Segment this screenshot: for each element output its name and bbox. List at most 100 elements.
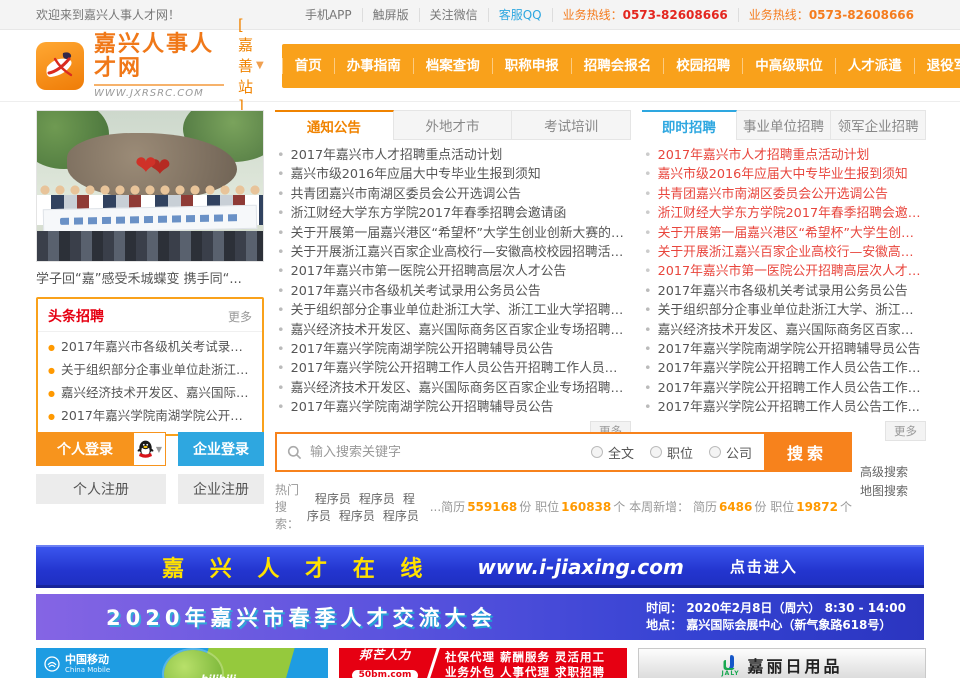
recruit-item[interactable]: 关于开展第一届嘉兴港区“希望杯”大学生创业创... xyxy=(644,224,924,243)
advanced-search-link[interactable]: 高级搜索 xyxy=(860,466,924,479)
site-logo-icon[interactable] xyxy=(36,42,84,90)
nav-item[interactable]: 人才派遣 xyxy=(835,58,914,74)
headline-item[interactable]: 2017年嘉兴市各级机关考试录用公务... xyxy=(48,336,252,359)
chevron-down-icon: ▼ xyxy=(156,445,162,454)
photo-heart-decor: ❤ xyxy=(135,151,157,181)
recruit-item[interactable]: 浙江财经大学东方学院2017年春季招聘会邀请函 xyxy=(644,204,924,223)
notice-item[interactable]: 2017年嘉兴学院南湖学院公开招聘辅导员公告 xyxy=(277,340,629,359)
notice-item[interactable]: 2017年嘉兴市各级机关考试录用公务员公告 xyxy=(277,282,629,301)
main-content: ❤ 学子回“嘉”感受禾城蝶变 携手同“... 头条招聘 更多 2017年嘉兴市各… xyxy=(0,102,960,422)
recruit-item[interactable]: 2017年嘉兴学院公开招聘工作人员公告工作人员... xyxy=(644,359,924,378)
personal-login-button[interactable]: 个人登录 xyxy=(36,432,134,466)
company-register-button[interactable]: 企业注册 xyxy=(178,474,264,504)
personal-register-button[interactable]: 个人注册 xyxy=(36,474,166,504)
topbar-link-touch-version[interactable]: 触屏版 xyxy=(362,8,419,22)
notice-item[interactable]: 嘉兴经济技术开发区、嘉兴国际商务区百家企业专场招聘会公告 xyxy=(277,321,629,340)
nav-item[interactable]: 中高级职位 xyxy=(742,58,835,74)
jaly-logo-icon xyxy=(721,654,739,670)
recruit-item[interactable]: 2017年嘉兴市人才招聘重点活动计划 xyxy=(644,146,924,165)
welcome-text: 欢迎来到嘉兴人事人才网！ xyxy=(36,6,180,23)
headline-recruit-box: 头条招聘 更多 2017年嘉兴市各级机关考试录用公务...关于组织部分企事业单位… xyxy=(36,297,264,436)
recruit-item[interactable]: 关于开展浙江嘉兴百家企业高校行—安徽高校校园... xyxy=(644,243,924,262)
recruit-tab[interactable]: 即时招聘 xyxy=(642,110,737,140)
notice-item[interactable]: 共青团嘉兴市南湖区委员会公开选调公告 xyxy=(277,185,629,204)
search-input[interactable] xyxy=(310,445,591,460)
headline-item[interactable]: 2017年嘉兴学院南湖学院公开招聘辅... xyxy=(48,405,252,428)
left-column: ❤ 学子回“嘉”感受禾城蝶变 携手同“... 头条招聘 更多 2017年嘉兴市各… xyxy=(36,110,264,422)
notice-tab[interactable]: 考试培训 xyxy=(512,110,631,140)
notice-item[interactable]: 关于开展第一届嘉兴港区“希望杯”大学生创业创新大赛的通知 xyxy=(277,224,629,243)
notice-item[interactable]: 2017年嘉兴市人才招聘重点活动计划 xyxy=(277,146,629,165)
qq-login-button[interactable]: ▼ xyxy=(134,432,166,466)
ad-row: 中国移动 China Mobile 移动花卡 bilibili 季度会员 邦芒人… xyxy=(0,640,960,678)
nav-item[interactable]: 退役军人招聘 xyxy=(914,58,960,74)
notice-tab[interactable]: 通知公告 xyxy=(275,110,394,140)
login-search-row: 个人登录 ▼ 企业登录 个人注册 企业注册 xyxy=(0,422,960,532)
topbar-link-wechat[interactable]: 关注微信 xyxy=(419,8,488,22)
search-scope-radio[interactable]: 职位 xyxy=(650,443,693,462)
recruit-item[interactable]: 2017年嘉兴市各级机关考试录用公务员公告 xyxy=(644,282,924,301)
company-login-button[interactable]: 企业登录 xyxy=(178,432,264,466)
topbar-link-mobile-app[interactable]: 手机APP xyxy=(295,8,362,22)
recruit-item[interactable]: 2017年嘉兴市第一医院公开招聘高层次人才公告 xyxy=(644,262,924,281)
site-name: 嘉兴人事人才网 xyxy=(94,33,224,81)
china-mobile-ad[interactable]: 中国移动 China Mobile 移动花卡 bilibili 季度会员 xyxy=(36,648,328,678)
recruit-item[interactable]: 2017年嘉兴学院公开招聘工作人员公告工作... xyxy=(644,398,924,417)
notice-item[interactable]: 嘉兴经济技术开发区、嘉兴国际商务区百家企业专场招聘会公告 xyxy=(277,379,629,398)
resume-count: 559168 xyxy=(467,500,517,514)
notice-item[interactable]: 浙江财经大学东方学院2017年春季招聘会邀请函 xyxy=(277,204,629,223)
hot-search-term[interactable]: 程序员 xyxy=(339,509,375,523)
bangmang-hr-ad[interactable]: 邦芒人力 50bm.com 社保代理 薪酬服务 灵活用工 业务外包 人事代理 求… xyxy=(339,648,627,678)
nav-item[interactable]: 招聘会报名 xyxy=(571,58,664,74)
nav-item[interactable]: 首页 xyxy=(282,58,334,74)
recruit-item[interactable]: 2017年嘉兴学院南湖学院公开招聘辅导员公告 xyxy=(644,340,924,359)
bangmang-url: 50bm.com xyxy=(352,670,419,678)
recruit-item[interactable]: 2017年嘉兴学院公开招聘工作人员公告工作人员... xyxy=(644,379,924,398)
news-photo[interactable]: ❤ xyxy=(36,110,264,262)
photo-people-legs xyxy=(37,231,263,262)
bangmang-services-line2: 业务外包 人事代理 求职招聘 xyxy=(445,665,605,678)
notice-item[interactable]: 2017年嘉兴市第一医院公开招聘高层次人才公告 xyxy=(277,262,629,281)
nav-item[interactable]: 档案查询 xyxy=(413,58,492,74)
search-scope-radio[interactable]: 全文 xyxy=(591,443,634,462)
recruit-tab[interactable]: 领军企业招聘 xyxy=(831,110,926,140)
headline-item[interactable]: 关于组织部分企事业单位赴浙江大学... xyxy=(48,359,252,382)
notice-item[interactable]: 嘉兴市级2016年应届大中专毕业生报到须知 xyxy=(277,165,629,184)
topbar-link-qq-service[interactable]: 客服QQ xyxy=(488,8,552,22)
banner1-title: 嘉 兴 人 才 在 线 xyxy=(162,551,431,583)
headline-item[interactable]: 嘉兴经济技术开发区、嘉兴国际商务... xyxy=(48,382,252,405)
notice-item[interactable]: 2017年嘉兴学院南湖学院公开招聘辅导员公告 xyxy=(277,398,629,417)
nav-item[interactable]: 职称申报 xyxy=(492,58,571,74)
jaly-daily-products-ad[interactable]: JALY 嘉丽日用品 xyxy=(638,648,926,678)
hot-search-term[interactable]: 程序员 xyxy=(383,509,419,523)
nav-item[interactable]: 办事指南 xyxy=(334,58,413,74)
recruit-item[interactable]: 嘉兴市级2016年应届大中专毕业生报到须知 xyxy=(644,165,924,184)
nav-item[interactable]: 校园招聘 xyxy=(663,58,742,74)
banner1-cta: 点击进入 xyxy=(730,556,798,577)
hot-search-term[interactable]: 程序员 xyxy=(315,492,351,506)
china-mobile-logo: 中国移动 China Mobile xyxy=(44,654,110,674)
headline-more-link[interactable]: 更多 xyxy=(228,308,252,325)
banner2-info: 时间： 2020年2月8日（周六） 8:30 - 14:00 地点： 嘉兴国际会… xyxy=(646,600,906,634)
recruit-tab[interactable]: 事业单位招聘 xyxy=(737,110,832,140)
recruit-item[interactable]: 共青团嘉兴市南湖区委员会公开选调公告 xyxy=(644,185,924,204)
notice-item[interactable]: 关于组织部分企事业单位赴浙江大学、浙江工业大学招聘人才的... xyxy=(277,301,629,320)
photo-caption[interactable]: 学子回“嘉”感受禾城蝶变 携手同“... xyxy=(36,268,264,287)
map-search-link[interactable]: 地图搜索 xyxy=(860,485,924,498)
search-scope-group: 全文职位公司 xyxy=(591,443,752,462)
hot-search-term[interactable]: 程序员 xyxy=(359,492,395,506)
spring-job-fair-banner[interactable]: 2020年嘉兴市春季人才交流大会 时间： 2020年2月8日（周六） 8:30 … xyxy=(36,594,924,640)
notice-item[interactable]: 关于开展浙江嘉兴百家企业高校行—安徽高校校园招聘活动的通... xyxy=(277,243,629,262)
search-scope-radio[interactable]: 公司 xyxy=(709,443,752,462)
search-bar: 全文职位公司 搜索 xyxy=(275,432,852,472)
notice-tab[interactable]: 外地才市 xyxy=(394,110,513,140)
recruit-item[interactable]: 嘉兴经济技术开发区、嘉兴国际商务区百家企业专... xyxy=(644,321,924,340)
station-selector[interactable]: [ 嘉善站 ] ▼ xyxy=(238,16,264,115)
radio-circle-icon xyxy=(591,446,603,458)
notice-item[interactable]: 2017年嘉兴学院公开招聘工作人员公告开招聘工作人员公告开... xyxy=(277,359,629,378)
search-button[interactable]: 搜索 xyxy=(764,434,850,470)
site-stats: 简历559168份 职位160838个 本周新增： 简历6486份 职位1987… xyxy=(441,498,852,515)
bilibili-logo-text: bilibili xyxy=(201,674,236,678)
jiaxing-talent-online-banner[interactable]: 嘉 兴 人 才 在 线 www.i-jiaxing.com 点击进入 xyxy=(36,545,924,588)
recruit-item[interactable]: 关于组织部分企事业单位赴浙江大学、浙江工业大... xyxy=(644,301,924,320)
